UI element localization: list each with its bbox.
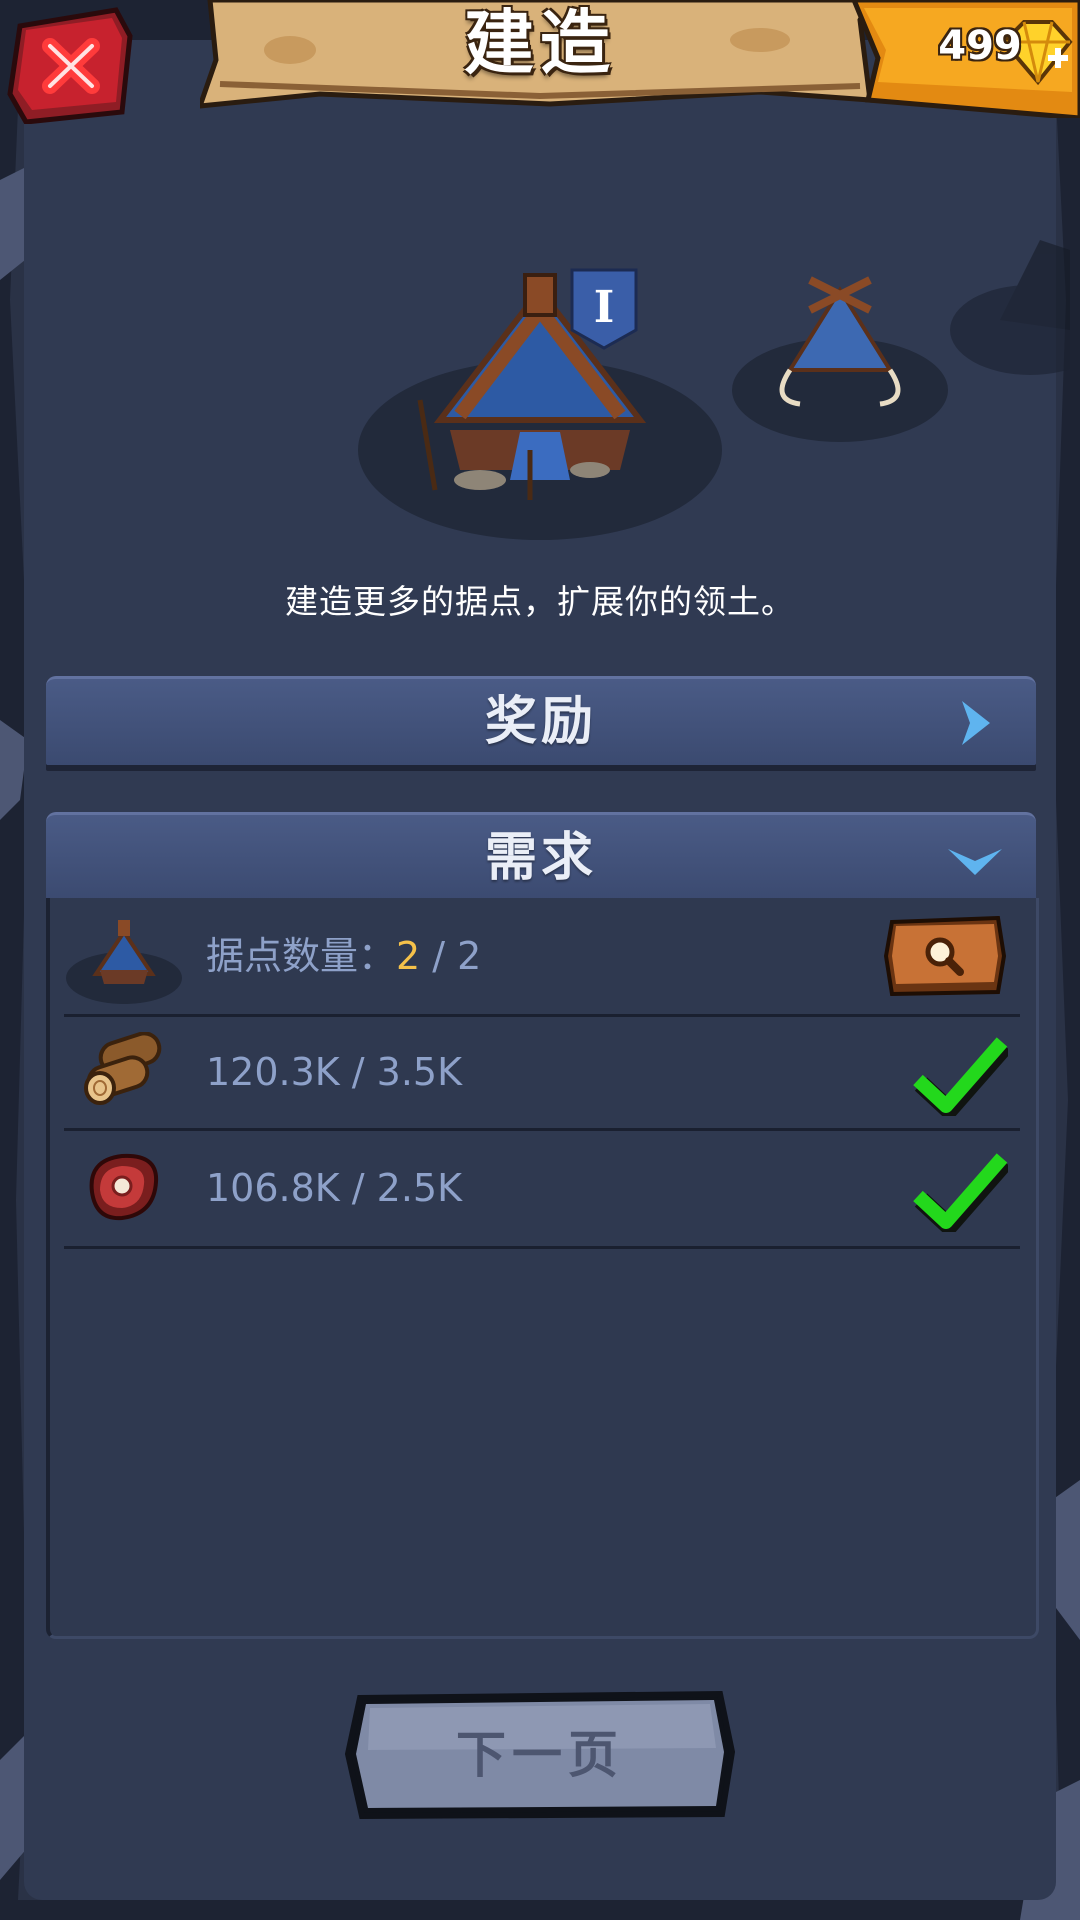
chevron-down-icon xyxy=(948,849,1002,875)
outpost-required: 2 xyxy=(457,934,482,978)
requirement-row-outposts: 据点数量：2 / 2 xyxy=(64,898,1020,1017)
meat-amount: 106.8K / 2.5K xyxy=(206,1166,463,1210)
rewards-label: 奖励 xyxy=(484,692,597,752)
requirement-row-meat: 106.8K / 2.5K xyxy=(64,1130,1020,1249)
level-badge-text: I xyxy=(594,282,615,333)
check-icon xyxy=(913,1037,1008,1116)
wood-log-icon xyxy=(84,1032,162,1105)
outpost-current: 2 xyxy=(396,934,421,978)
page-title: 建造 xyxy=(464,2,616,84)
check-icon xyxy=(913,1153,1008,1232)
requirements-label: 需求 xyxy=(484,828,597,888)
close-button[interactable] xyxy=(6,6,134,124)
rewards-section-header[interactable]: 奖励 xyxy=(46,676,1036,765)
outpost-separator: / xyxy=(420,934,458,978)
build-description: 建造更多的据点，扩展你的领土。 xyxy=(285,582,795,621)
gem-count: 499 xyxy=(938,23,1022,69)
outpost-count-label: 据点数量： xyxy=(206,934,397,978)
locate-outpost-button[interactable] xyxy=(884,916,1006,996)
outpost-count-text: 据点数量：2 / 2 xyxy=(206,898,481,1014)
level-badge: I xyxy=(570,268,638,350)
outpost-icon xyxy=(66,920,182,1004)
chevron-right-icon xyxy=(962,701,990,745)
requirement-row-wood: 120.3K / 3.5K xyxy=(64,1014,1020,1131)
requirements-section-header[interactable]: 需求 xyxy=(46,812,1036,901)
meat-icon xyxy=(89,1153,159,1221)
wood-amount: 120.3K / 3.5K xyxy=(206,1050,463,1094)
building-preview-carousel[interactable]: I xyxy=(340,220,1070,550)
camp-hut-level1[interactable] xyxy=(358,273,722,540)
camp-hut-level3[interactable] xyxy=(950,240,1070,375)
camp-hut-level2[interactable] xyxy=(732,276,948,442)
next-page-label: 下一页 xyxy=(456,1726,624,1784)
